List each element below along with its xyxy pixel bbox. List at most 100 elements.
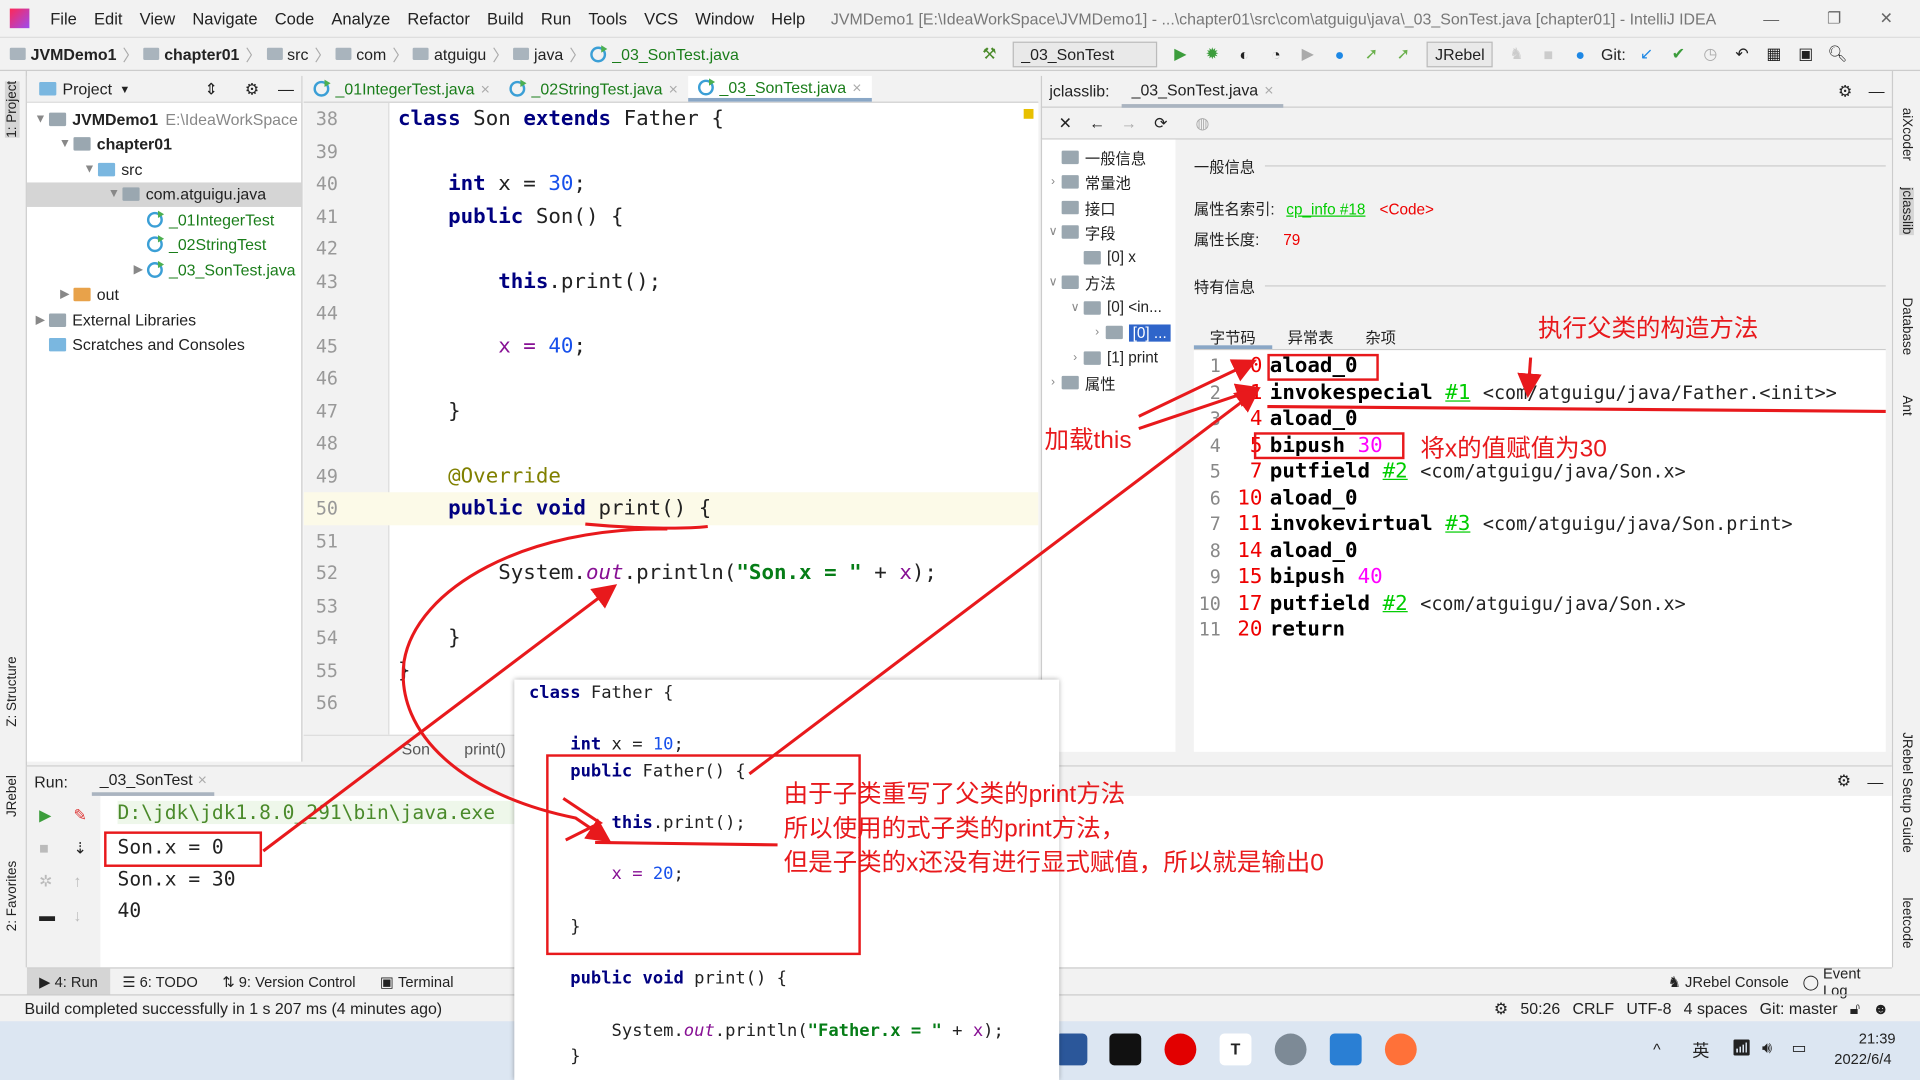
tool-jrebel-console[interactable]: ♞ JRebel Console (1656, 968, 1801, 995)
constant-pool-link[interactable]: #1 (1445, 380, 1470, 404)
indent[interactable]: 4 spaces (1684, 999, 1748, 1019)
crumb-method[interactable]: print() (464, 740, 506, 758)
menu-file[interactable]: File (42, 9, 86, 27)
side-tab-aixcoder[interactable]: aiXcoder (1899, 108, 1914, 161)
chevron-icon[interactable]: ∨ (1044, 276, 1061, 289)
constant-pool-link[interactable]: #3 (1445, 512, 1470, 536)
tree-item[interactable]: 一般信息 (1042, 144, 1175, 169)
word-app-icon[interactable] (1055, 1033, 1088, 1066)
side-tab-jclasslib[interactable]: jclasslib (1899, 187, 1914, 235)
volume-icon[interactable]: 🔊︎ (1762, 1038, 1772, 1058)
lock-icon[interactable]: 🔓︎ (1850, 999, 1860, 1019)
typora-icon[interactable]: T (1219, 1033, 1252, 1066)
git-branch[interactable]: Git: master (1760, 999, 1838, 1019)
menu-tools[interactable]: Tools (580, 9, 636, 27)
breadcrumb-item[interactable]: atguigu 〉 (413, 42, 508, 65)
close-icon[interactable]: × (669, 80, 678, 98)
chevron-icon[interactable]: › (1044, 376, 1061, 389)
tool-version-control[interactable]: ⇅ 9: Version Control (210, 968, 368, 995)
chevron-down-icon[interactable]: ▼ (81, 163, 98, 176)
tree-item[interactable]: ▶ out (27, 282, 301, 307)
clock-time[interactable]: 21:39 (1859, 1030, 1896, 1047)
terminal-icon[interactable]: ▣ (1795, 43, 1817, 65)
close-icon[interactable]: ✕ (1054, 112, 1076, 134)
stop-icon[interactable]: ■ (39, 839, 49, 857)
tree-item[interactable]: ▼ com.atguigu.java (26, 181, 302, 207)
settings-icon[interactable] (1274, 1033, 1307, 1066)
breadcrumb-item[interactable]: java 〉 (513, 42, 585, 65)
breadcrumb-item[interactable]: com 〉 (335, 42, 408, 65)
run-tab[interactable]: _03_SonTest × (92, 767, 215, 796)
chevron-icon[interactable]: › (1044, 175, 1061, 188)
chevron-down-icon[interactable]: ▼ (56, 137, 73, 150)
tree-item[interactable]: › [0] ... (1042, 320, 1175, 345)
cp-info-link[interactable]: cp_info #18 (1286, 201, 1365, 218)
menu-navigate[interactable]: Navigate (184, 9, 266, 27)
breadcrumb-item[interactable]: chapter01 〉 (143, 42, 261, 65)
side-tab-favorites[interactable]: 2: Favorites (5, 861, 20, 931)
jrebel-panel-icon[interactable]: ● (1569, 43, 1591, 65)
battery-icon[interactable]: ▭ (1791, 1038, 1806, 1058)
chevron-icon[interactable]: ∨ (1044, 226, 1061, 239)
menu-run[interactable]: Run (532, 9, 579, 27)
stop-icon[interactable]: ■ (1537, 43, 1559, 65)
forward-arrow-icon[interactable]: → (1118, 112, 1140, 134)
jrebel-icon[interactable]: ● (1329, 43, 1351, 65)
git-commit-icon[interactable]: ✔ (1667, 43, 1689, 65)
git-update-icon[interactable]: ↙ (1636, 43, 1658, 65)
project-panel-title[interactable]: Project (62, 80, 112, 98)
side-tab-jrebel[interactable]: JRebel (5, 775, 20, 817)
chevron-right-icon[interactable]: ▶ (130, 263, 147, 276)
side-tab-project[interactable]: 1: Project (4, 80, 20, 138)
hide-icon[interactable]: — (1869, 82, 1885, 100)
chevron-right-icon[interactable]: ▶ (56, 288, 73, 301)
tab-01integertestjava[interactable]: _01IntegerTest.java × (304, 76, 500, 102)
chevron-icon[interactable]: ∨ (1067, 301, 1084, 314)
chevron-down-icon[interactable]: ▼ (105, 188, 122, 201)
run-icon[interactable]: ▶ (1169, 43, 1191, 65)
code-editor[interactable]: 38 class Son extends Father {39 40 int x =… (303, 102, 1039, 735)
tree-item[interactable]: _01IntegerTest (27, 207, 301, 232)
tree-item[interactable]: ∨ [0] <in... (1042, 295, 1175, 320)
side-tab-jrebel-setup[interactable]: JRebel Setup Guide (1899, 732, 1914, 853)
menu-analyze[interactable]: Analyze (323, 9, 399, 27)
crumb-class[interactable]: Son (402, 740, 430, 758)
tab-02stringtestjava[interactable]: _02StringTest.java × (500, 76, 688, 102)
tree-item[interactable]: › [1] print (1042, 345, 1175, 370)
hide-icon[interactable]: — (278, 80, 294, 98)
coverage-icon[interactable]: ◐ (1233, 43, 1255, 65)
inspector-icon[interactable]: ☻ (1872, 999, 1889, 1019)
tray-chevron-icon[interactable]: ^ (1653, 1040, 1660, 1058)
breadcrumb-item[interactable]: src 〉 (266, 42, 330, 65)
photos-icon[interactable] (1329, 1033, 1362, 1066)
build-hammer-icon[interactable]: ⚒ (978, 43, 1000, 65)
tree-item[interactable]: ▼ src (27, 157, 301, 182)
tree-item[interactable]: [0] x (1042, 245, 1175, 270)
intellij-app-icon[interactable] (1109, 1033, 1142, 1066)
breadcrumb-item[interactable]: _03_SonTest.java (590, 42, 739, 65)
gear-icon[interactable]: ⚙ (1838, 81, 1852, 101)
tree-item[interactable]: ▶ _03_SonTest.java (27, 257, 301, 282)
down-icon[interactable]: ↓ (73, 906, 81, 924)
menu-code[interactable]: Code (266, 9, 323, 27)
menu-refactor[interactable]: Refactor (399, 9, 479, 27)
tool-run[interactable]: ▶ 4: Run (26, 967, 111, 995)
side-tab-ant[interactable]: Ant (1899, 396, 1914, 416)
menu-vcs[interactable]: VCS (636, 9, 687, 27)
profile-icon[interactable]: ◔ (1265, 43, 1287, 65)
chevron-icon[interactable]: › (1067, 351, 1084, 364)
jrebel-debug-icon[interactable]: ➚ (1392, 43, 1414, 65)
jrebel-run-icon[interactable]: ➚ (1360, 43, 1382, 65)
sort-icon[interactable]: ⇣ (73, 839, 86, 859)
tree-item[interactable]: ▼ chapter01 (27, 132, 301, 157)
bytecode-tab[interactable]: 字节码 (1193, 321, 1272, 349)
chevron-right-icon[interactable]: ▶ (32, 313, 49, 326)
git-history-icon[interactable]: ◷ (1699, 43, 1721, 65)
tool-event-log[interactable]: ◯ Event Log (1790, 964, 1892, 998)
side-tab-structure[interactable]: Z: Structure (5, 656, 20, 726)
ime-indicator[interactable]: 英 (1692, 1038, 1709, 1062)
up-icon[interactable]: ↑ (73, 872, 81, 890)
hide-icon[interactable]: — (1867, 772, 1883, 790)
menu-view[interactable]: View (131, 9, 184, 27)
line-separator[interactable]: CRLF (1573, 999, 1615, 1019)
